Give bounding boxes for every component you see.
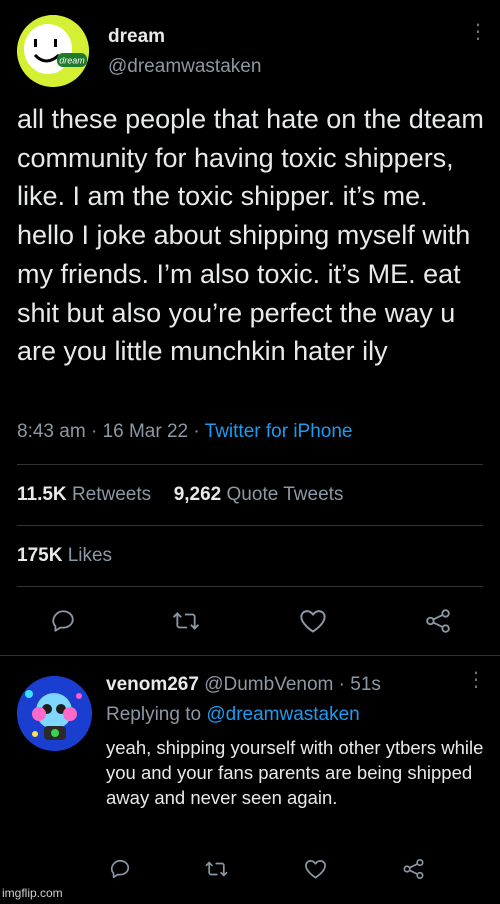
like-icon[interactable]	[299, 608, 327, 634]
retweet-icon[interactable]	[171, 608, 201, 634]
retweet-quote-stats: 11.5K Retweets 9,262 Quote Tweets	[17, 484, 343, 506]
venom-avatar-icon	[17, 676, 92, 751]
quote-tweets-stat[interactable]: 9,262 Quote Tweets	[174, 484, 344, 505]
tweet-source-link[interactable]: Twitter for iPhone	[205, 421, 353, 442]
share-icon[interactable]	[424, 608, 452, 634]
divider	[17, 464, 483, 465]
divider	[0, 655, 500, 656]
author-handle[interactable]: @dreamwastaken	[108, 56, 261, 78]
divider	[17, 586, 483, 587]
meta-separator: ·	[90, 421, 98, 442]
reply-retweet-icon[interactable]	[204, 858, 229, 880]
reply-author-avatar[interactable]	[17, 676, 92, 751]
reply-more-options-icon[interactable]: ⋮	[466, 670, 486, 690]
retweets-stat[interactable]: 11.5K Retweets	[17, 484, 151, 505]
reply-time: 51s	[350, 674, 381, 695]
avatar-label: dream	[59, 56, 85, 66]
watermark: imgflip.com	[2, 886, 63, 900]
tweet-text: all these people that hate on the dteam …	[17, 104, 484, 367]
reply-icon[interactable]	[50, 608, 76, 634]
reply-share-icon[interactable]	[402, 858, 425, 880]
tweet-meta: 8:43 am · 16 Mar 22 · Twitter for iPhone	[17, 421, 352, 443]
replying-prefix: Replying to	[106, 704, 202, 725]
meta-separator: ·	[338, 674, 345, 695]
likes-stat[interactable]: 175K Likes	[17, 545, 112, 567]
author-avatar[interactable]: dream	[17, 15, 89, 87]
replying-to: Replying to @dreamwastaken	[106, 704, 360, 726]
reply-text: yeah, shipping yourself with other ytber…	[106, 737, 484, 808]
author-name[interactable]: dream	[108, 26, 165, 48]
more-options-icon[interactable]: ⋮	[468, 22, 488, 42]
meta-separator: ·	[193, 421, 200, 442]
dream-mask-icon: dream	[17, 15, 89, 87]
reply-like-icon[interactable]	[304, 858, 327, 880]
tweet-time: 8:43 am	[17, 421, 86, 442]
replying-to-link[interactable]: @dreamwastaken	[206, 704, 359, 725]
reply-author-handle[interactable]: @DumbVenom	[204, 674, 333, 695]
divider	[17, 525, 483, 526]
reply-reply-icon[interactable]	[109, 858, 131, 880]
reply-author-name[interactable]: venom267	[106, 674, 199, 695]
tweet-date: 16 Mar 22	[102, 421, 189, 442]
reply-header: venom267 @DumbVenom · 51s	[106, 674, 381, 696]
